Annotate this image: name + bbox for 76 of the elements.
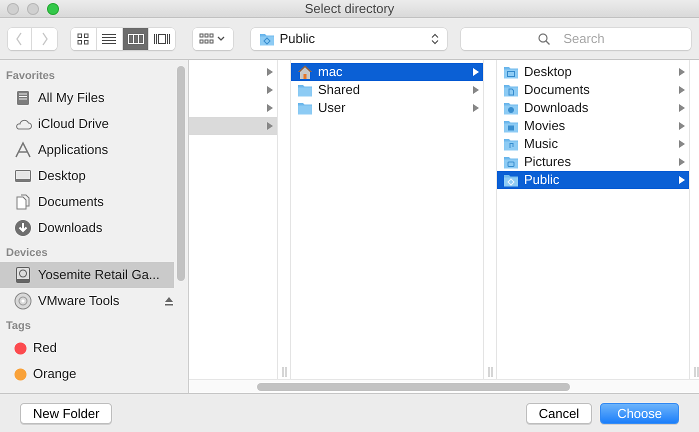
- disclosure-arrow-icon: [679, 122, 685, 130]
- stepper-icon: [431, 32, 439, 44]
- folder-row[interactable]: Movies: [497, 117, 689, 135]
- window-title: Select directory: [304, 0, 394, 18]
- sidebar-item[interactable]: Downloads: [0, 215, 174, 241]
- arrange-button[interactable]: [193, 28, 233, 50]
- folder-row[interactable]: Downloads: [497, 99, 689, 117]
- cover-flow-button[interactable]: [149, 28, 176, 50]
- sidebar-item[interactable]: VMware Tools: [0, 288, 174, 314]
- disclosure-arrow-icon: [267, 68, 273, 76]
- folder-row[interactable]: Documents: [497, 81, 689, 99]
- folder-row[interactable]: Public: [497, 171, 689, 189]
- column-view-button[interactable]: [122, 28, 150, 50]
- folder-row[interactable]: Music: [497, 135, 689, 153]
- folder-row[interactable]: Pictures: [497, 153, 689, 171]
- search-field[interactable]: Search: [461, 28, 691, 50]
- disclosure-arrow-icon: [473, 104, 479, 112]
- folder-icon: [503, 136, 519, 152]
- folder-icon: [503, 172, 519, 188]
- minimize-light[interactable]: [27, 3, 39, 15]
- folder-icon: [297, 100, 313, 116]
- disc-icon: [14, 292, 32, 310]
- resize-handle-icon[interactable]: [282, 367, 286, 377]
- folder-row[interactable]: Shared: [291, 81, 483, 99]
- folder-row[interactable]: Desktop: [497, 63, 689, 81]
- folder-icon: [297, 82, 313, 98]
- disclosure-arrow-icon: [267, 122, 273, 130]
- list-view-button[interactable]: [96, 28, 123, 50]
- desktop-icon: [14, 167, 32, 185]
- sidebar-item[interactable]: Desktop: [0, 163, 174, 189]
- sidebar-item[interactable]: Yosemite Retail Ga...: [0, 262, 174, 288]
- dialog-button[interactable]: New Folder: [20, 402, 112, 424]
- disclosure-arrow-icon: [267, 86, 273, 94]
- disclosure-arrow-icon: [679, 104, 685, 112]
- documents-icon: [14, 193, 32, 211]
- section-heading: Devices: [5, 246, 49, 261]
- sidebar-item[interactable]: Orange: [0, 361, 174, 387]
- zoom-light[interactable]: [47, 3, 59, 15]
- folder-icon: [503, 100, 519, 116]
- scrollbar-thumb[interactable]: [257, 382, 570, 390]
- sidebar-item[interactable]: Documents: [0, 189, 174, 215]
- disclosure-arrow-icon: [473, 68, 479, 76]
- resize-handle-icon[interactable]: [694, 367, 698, 377]
- chevron-right-icon: [40, 32, 48, 46]
- disclosure-arrow-icon: [679, 140, 685, 148]
- chevron-left-icon: [16, 32, 24, 46]
- folder-icon: [503, 154, 519, 170]
- folder-icon: [503, 82, 519, 98]
- search-icon: [538, 32, 550, 44]
- disclosure-arrow-icon: [679, 86, 685, 94]
- folder-row[interactable]: mac: [291, 63, 483, 81]
- eject-icon[interactable]: [164, 296, 174, 306]
- disclosure-arrow-icon: [679, 158, 685, 166]
- folder-icon: [503, 64, 519, 80]
- download-icon: [14, 219, 32, 237]
- path-popup[interactable]: Public: [250, 28, 447, 50]
- disclosure-arrow-icon: [267, 104, 273, 112]
- disclosure-arrow-icon: [679, 176, 685, 184]
- close-light[interactable]: [7, 3, 19, 15]
- icon-view-button[interactable]: [70, 28, 97, 50]
- folder-row[interactable]: User: [291, 99, 483, 117]
- house-icon: [297, 64, 313, 80]
- file-stack-icon: [14, 89, 32, 107]
- disclosure-arrow-icon: [679, 68, 685, 76]
- sidebar-item[interactable]: Red: [0, 335, 174, 361]
- section-heading: Favorites: [5, 69, 56, 84]
- sidebar-item[interactable]: iCloud Drive: [0, 111, 174, 137]
- applications-icon: [14, 141, 32, 159]
- dialog-button[interactable]: Cancel: [526, 402, 592, 424]
- folder-icon: [503, 118, 519, 134]
- scrollbar-thumb[interactable]: [177, 66, 185, 281]
- section-heading: Tags: [5, 319, 32, 334]
- disclosure-arrow-icon: [473, 86, 479, 94]
- sidebar-item[interactable]: All My Files: [0, 85, 174, 111]
- resize-handle-icon[interactable]: [488, 367, 492, 377]
- sidebar-item[interactable]: Applications: [0, 137, 174, 163]
